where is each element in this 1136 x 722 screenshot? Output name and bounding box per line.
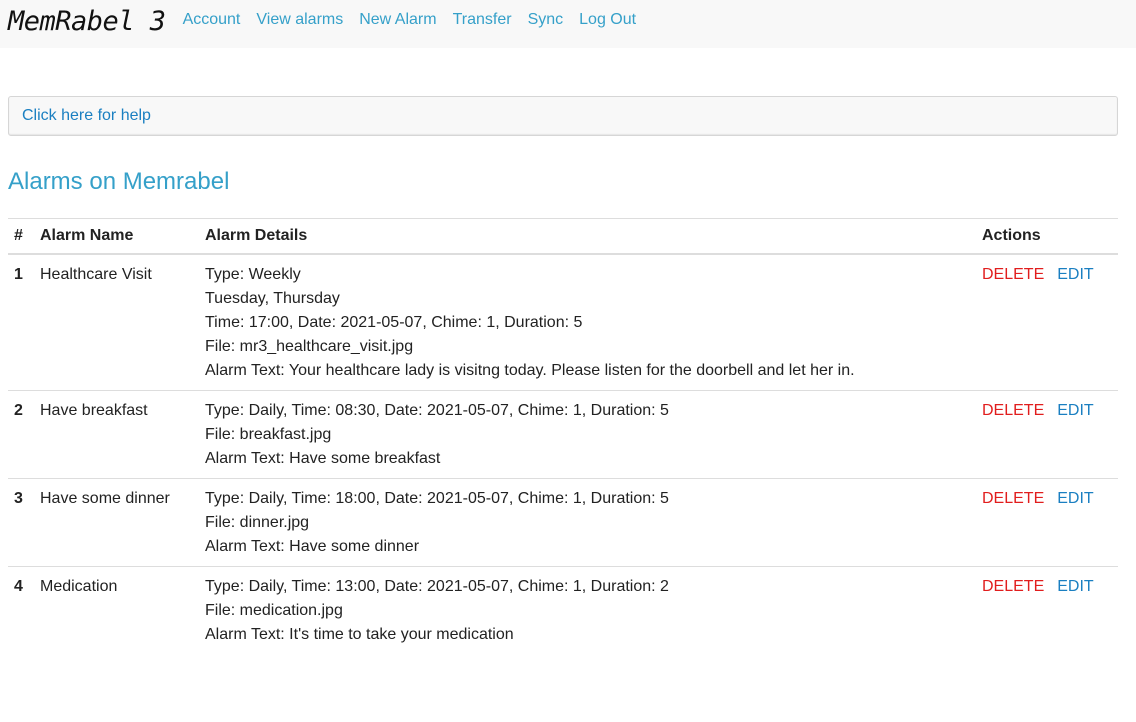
row-number: 1 bbox=[14, 266, 23, 283]
delete-button[interactable]: DELETE bbox=[982, 490, 1044, 507]
header-alarm-details: Alarm Details bbox=[199, 218, 976, 255]
page-title: Alarms on Memrabel bbox=[8, 168, 230, 195]
nav-new-alarm-link[interactable]: New Alarm bbox=[359, 11, 436, 29]
nav-view-alarms-link[interactable]: View alarms bbox=[256, 11, 343, 29]
alarm-details: Type: Weekly Tuesday, Thursday Time: 17:… bbox=[199, 254, 976, 391]
edit-button[interactable]: EDIT bbox=[1057, 490, 1093, 507]
delete-button[interactable]: DELETE bbox=[982, 578, 1044, 595]
header-alarm-name: Alarm Name bbox=[34, 218, 199, 255]
row-number: 2 bbox=[8, 390, 34, 479]
table-row: 3 Have some dinner Type: Daily, Time: 18… bbox=[8, 478, 1118, 567]
detail-line: Type: Daily, Time: 08:30, Date: 2021-05-… bbox=[205, 402, 669, 419]
brand-logo[interactable]: MemRabel 3 bbox=[8, 6, 166, 37]
detail-line: Alarm Text: Your healthcare lady is visi… bbox=[205, 362, 855, 379]
nav-sync-link[interactable]: Sync bbox=[528, 11, 564, 29]
alarms-table: # Alarm Name Alarm Details Actions 1 Hea… bbox=[8, 218, 1118, 654]
row-number: 4 bbox=[8, 566, 34, 654]
nav-account-link[interactable]: Account bbox=[183, 11, 241, 29]
row-actions: DELETE EDIT bbox=[976, 566, 1118, 654]
delete-button[interactable]: DELETE bbox=[982, 266, 1044, 283]
row-number: 3 bbox=[8, 478, 34, 567]
detail-line: Alarm Text: Have some breakfast bbox=[205, 450, 441, 467]
detail-line: Alarm Text: Have some dinner bbox=[205, 538, 420, 555]
row-actions: DELETE EDIT bbox=[976, 390, 1118, 479]
table-row: 2 Have breakfast Type: Daily, Time: 08:3… bbox=[8, 390, 1118, 479]
table-row: 4 Medication Type: Daily, Time: 13:00, D… bbox=[8, 566, 1118, 654]
header-actions: Actions bbox=[976, 218, 1118, 255]
edit-button[interactable]: EDIT bbox=[1057, 266, 1093, 283]
detail-line: File: dinner.jpg bbox=[205, 514, 310, 531]
alarm-name: Have breakfast bbox=[34, 390, 199, 479]
alarm-name: Healthcare Visit bbox=[40, 266, 152, 283]
row-actions: DELETE EDIT bbox=[976, 478, 1118, 567]
detail-line: File: medication.jpg bbox=[205, 602, 343, 619]
header-number: # bbox=[8, 218, 34, 255]
nav-logout-link[interactable]: Log Out bbox=[579, 11, 636, 29]
top-navbar: MemRabel 3 Account View alarms New Alarm… bbox=[0, 0, 1136, 48]
detail-line: Tuesday, Thursday bbox=[205, 290, 340, 307]
alarm-details: Type: Daily, Time: 08:30, Date: 2021-05-… bbox=[199, 390, 976, 479]
detail-line: Type: Daily, Time: 18:00, Date: 2021-05-… bbox=[205, 490, 669, 507]
alarm-details: Type: Daily, Time: 18:00, Date: 2021-05-… bbox=[199, 478, 976, 567]
nav-transfer-link[interactable]: Transfer bbox=[453, 11, 512, 29]
alarm-name: Medication bbox=[34, 566, 199, 654]
row-actions: DELETE EDIT bbox=[976, 254, 1118, 391]
detail-line: File: breakfast.jpg bbox=[205, 426, 332, 443]
detail-line: Type: Weekly bbox=[205, 266, 301, 283]
table-header-row: # Alarm Name Alarm Details Actions bbox=[8, 218, 1118, 255]
main-container: Click here for help Alarms on Memrabel #… bbox=[0, 96, 1136, 654]
detail-line: Alarm Text: It's time to take your medic… bbox=[205, 626, 514, 643]
help-panel: Click here for help bbox=[8, 96, 1118, 136]
detail-line: Time: 17:00, Date: 2021-05-07, Chime: 1,… bbox=[205, 314, 583, 331]
edit-button[interactable]: EDIT bbox=[1057, 402, 1093, 419]
help-link[interactable]: Click here for help bbox=[22, 107, 151, 125]
alarm-name: Have some dinner bbox=[34, 478, 199, 567]
delete-button[interactable]: DELETE bbox=[982, 402, 1044, 419]
table-row: 1 Healthcare Visit Type: Weekly Tuesday,… bbox=[8, 254, 1118, 391]
edit-button[interactable]: EDIT bbox=[1057, 578, 1093, 595]
detail-line: Type: Daily, Time: 13:00, Date: 2021-05-… bbox=[205, 578, 669, 595]
alarm-details: Type: Daily, Time: 13:00, Date: 2021-05-… bbox=[199, 566, 976, 654]
detail-line: File: mr3_healthcare_visit.jpg bbox=[205, 338, 414, 355]
